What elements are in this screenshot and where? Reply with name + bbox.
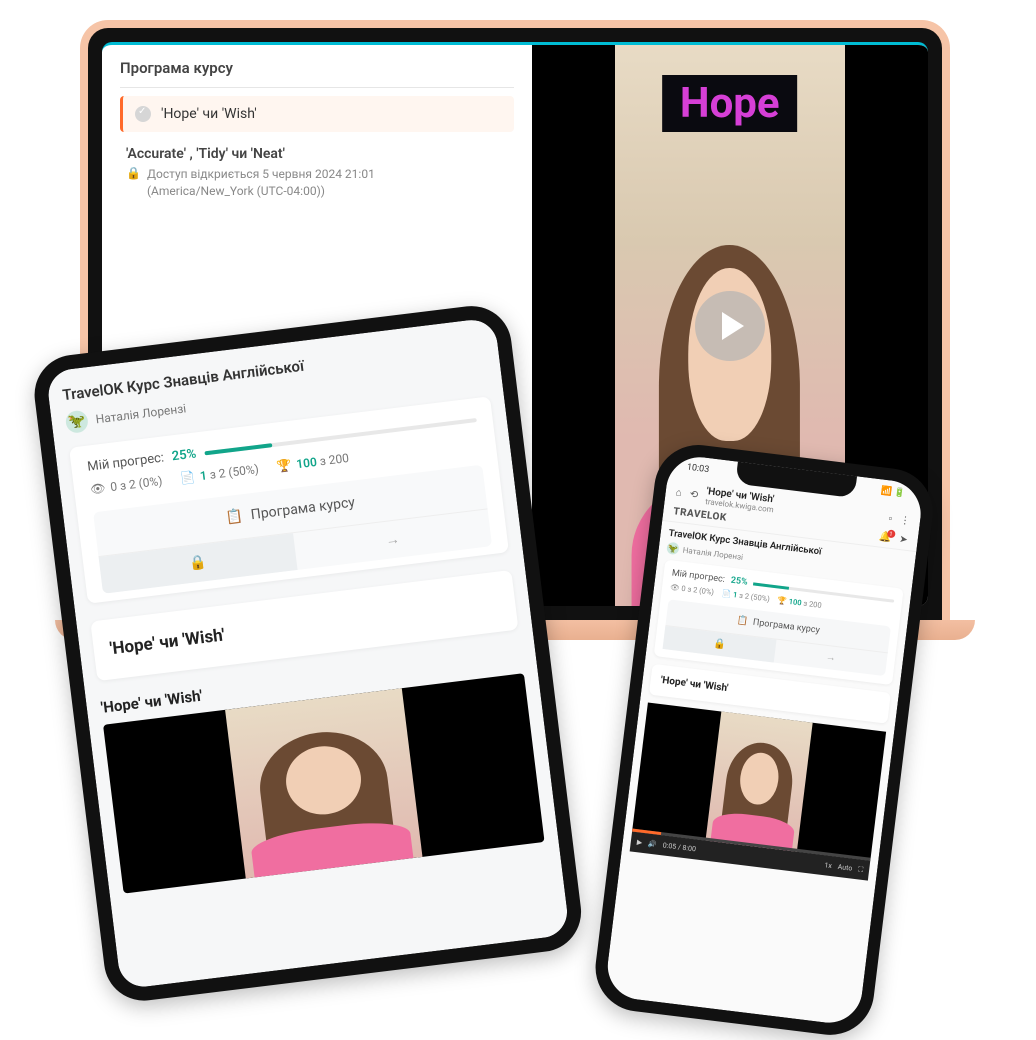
document-icon: 📄: [179, 470, 196, 486]
lesson-title: 'Hope' чи 'Wish': [161, 106, 257, 122]
stat-docs: 📄1 1 з 2 (50%)з 2 (50%): [179, 462, 259, 486]
program-title: Програма курсу: [250, 495, 356, 524]
trophy-icon: 🏆: [276, 458, 293, 474]
progress-label: Мій прогрес:: [87, 450, 165, 474]
speed-label[interactable]: 1x: [824, 861, 832, 870]
lesson-video-block: 'Hope' чи 'Wish': [100, 647, 545, 893]
lesson-video-block: ▶ 🔊 0:05 / 8:00 1x Auto ⛶: [630, 702, 886, 880]
share-icon[interactable]: ➤: [899, 534, 909, 546]
arrow-right-icon: →: [385, 531, 401, 549]
brand-logo[interactable]: TRAVELOK: [673, 506, 728, 523]
check-icon: [135, 106, 151, 122]
refresh-icon[interactable]: ⟲: [689, 489, 699, 501]
time-display: 0:05 / 8:00: [662, 841, 696, 853]
play-icon[interactable]: ▶: [636, 838, 642, 847]
locked-lesson-title: 'Accurate' , 'Tidy' чи 'Neat': [126, 146, 508, 162]
stat-docs: 📄 1 з 2 (50%): [721, 589, 770, 604]
play-button-icon[interactable]: [695, 291, 765, 361]
avatar-icon: 🦖: [666, 542, 679, 555]
menu-icon[interactable]: ⋮: [899, 514, 910, 526]
lock-icon: 🔒: [126, 166, 141, 180]
quality-label[interactable]: Auto: [837, 863, 852, 873]
list-icon: 📋: [225, 508, 244, 526]
locked-lesson-sub: Доступ відкриється 5 червня 2024 21:01 (…: [147, 166, 375, 200]
list-icon: 📋: [736, 616, 748, 627]
tablet-screen: TravelOK Курс Знавців Англійської 🦖 Ната…: [46, 317, 570, 989]
instructor-image: [706, 712, 812, 852]
program-title: Програма курсу: [120, 59, 514, 88]
stat-views: 👁 0 з 2 (0%): [670, 582, 715, 596]
fullscreen-icon[interactable]: ⛶: [858, 865, 864, 875]
progress-percent: 25%: [171, 447, 197, 465]
stat-trophy: 🏆 100 з 200: [777, 596, 822, 610]
video-overlay-text: Hope: [662, 75, 798, 132]
bell-badge: 1: [886, 529, 895, 538]
bell-icon[interactable]: 🔔1: [878, 531, 892, 543]
status-icons: 📶 🔋: [880, 486, 906, 499]
stat-trophy: 🏆100 з 200: [276, 451, 350, 474]
lesson-item-locked[interactable]: 'Accurate' , 'Tidy' чи 'Neat' 🔒 Доступ в…: [120, 146, 514, 206]
tablet-mockup: TravelOK Курс Знавців Англійської 🦖 Ната…: [30, 302, 586, 1006]
progress-card: Мій прогрес: 25% 👁0 з 2 (0%) 📄1 1 з 2 (5…: [69, 396, 509, 604]
program-title: Програма курсу: [752, 618, 820, 636]
progress-label: Мій прогрес:: [671, 568, 725, 584]
author-name: Наталія Лорензі: [95, 401, 187, 426]
volume-icon[interactable]: 🔊: [648, 840, 658, 849]
progress-percent: 25%: [730, 576, 748, 588]
lesson-item-active[interactable]: 'Hope' чи 'Wish': [120, 96, 514, 132]
eye-icon: 👁: [89, 481, 106, 497]
author-name: Наталія Лорензі: [682, 545, 743, 561]
phone-screen: 10:03 📶 🔋 ⌂ ⟲ 'Hope' чи 'Wish' travelok.…: [604, 453, 925, 1026]
home-icon[interactable]: ⌂: [675, 487, 682, 499]
lock-icon: 🔒: [188, 554, 207, 572]
stat-views: 👁0 з 2 (0%): [89, 474, 163, 497]
progress-card: Мій прогрес: 25% 👁 0 з 2 (0%) 📄 1 з 2 (5…: [654, 560, 904, 686]
avatar-icon: 🦖: [65, 409, 90, 434]
instructor-image: [225, 688, 422, 878]
tabs-icon[interactable]: ▫: [888, 513, 893, 524]
status-time: 10:03: [686, 463, 709, 476]
